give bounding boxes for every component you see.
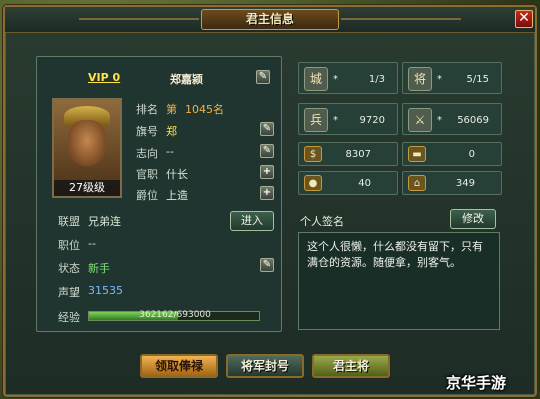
stat-value: 0 [468,149,475,160]
stat-generals: 将 * 5/15 [402,62,502,94]
status-value: 新手 [88,262,110,275]
title-flourish-right [341,18,461,20]
official-label: 官职 [136,168,158,181]
food-icon: ● [304,175,322,191]
vip-link[interactable]: VIP 0 [88,71,120,84]
stat-soldiers: 兵 * 9720 [298,103,398,135]
stat-gold-bars: ▬ 0 [402,142,502,166]
alliance-value: 兄弟连 [88,215,121,228]
gold-coins-icon: $ [304,146,322,162]
official-value: 什长 [166,168,188,181]
collect-salary-button[interactable]: 领取俸禄 [140,354,218,378]
title-flourish-left [79,18,199,20]
watermark: 京华手游 [446,374,507,392]
gold-bar-icon: ▬ [408,146,426,162]
position-value: -- [88,237,96,250]
rank-value: 1045名 [185,103,224,116]
signature-label: 个人签名 [300,215,344,228]
edit-status-button[interactable]: ✎ [260,258,274,272]
prestige-label: 声望 [58,286,80,299]
rank-prefix: 第 [166,103,177,116]
edit-name-button[interactable]: ✎ [256,70,270,84]
exp-value: 362162/693000 [139,310,211,320]
stat-value: 349 [455,178,475,189]
lord-general-button[interactable]: 君主将 [312,354,390,378]
flag-value: 郑 [166,125,177,138]
exp-label: 经验 [58,311,80,324]
level-badge: 27级级 [54,180,120,196]
promote-official-button[interactable]: + [260,165,274,179]
general-title-button[interactable]: 将军封号 [226,354,304,378]
face-art [68,120,106,166]
window-title: 君主信息 [201,9,339,30]
stat-value: 1/3 [368,74,385,85]
lord-name: 郑嘉颍 [170,73,203,86]
title-value: 上造 [166,189,188,202]
edit-flag-button[interactable]: ✎ [260,122,274,136]
stat-power: ⚔ * 56069 [402,103,502,135]
stat-value: 56069 [457,115,489,126]
status-label: 状态 [58,262,80,275]
avatar[interactable]: 27级级 [52,98,122,198]
edit-aim-button[interactable]: ✎ [260,144,274,158]
stat-cities: 城 * 1/3 [298,62,398,94]
stat-star: * [437,115,442,126]
aim-label: 志向 [136,147,158,160]
stat-value: 9720 [359,115,385,126]
soldier-icon: 兵 [304,108,328,132]
signature-text: 这个人很懒，什么都没有留下，只有满仓的资源。随便拿，别客气。 [298,232,500,330]
general-icon: 将 [408,67,432,91]
prestige-value: 31535 [88,284,123,297]
aim-value: -- [166,145,174,158]
title-label: 爵位 [136,189,158,202]
close-button[interactable]: ✕ [515,10,533,28]
stat-star: * [437,74,442,85]
title-bar: 君主信息 ✕ [5,7,535,33]
flag-label: 旗号 [136,125,158,138]
stat-houses: ⌂ 349 [402,171,502,195]
stat-food: ● 40 [298,171,398,195]
edit-signature-button[interactable]: 修改 [450,209,496,229]
house-icon: ⌂ [408,175,426,191]
enter-alliance-button[interactable]: 进入 [230,211,274,231]
stat-value: 5/15 [466,74,489,85]
swords-icon: ⚔ [408,108,432,132]
exp-progress-bar: 362162/693000 [88,310,260,321]
city-icon: 城 [304,67,328,91]
position-label: 职位 [58,239,80,252]
stat-value: 40 [358,178,371,189]
stat-gold: $ 8307 [298,142,398,166]
rank-label: 排名 [136,103,158,116]
stat-star: * [333,115,338,126]
alliance-label: 联盟 [58,215,80,228]
stat-star: * [333,74,338,85]
stat-value: 8307 [345,149,371,160]
promote-title-button[interactable]: + [260,186,274,200]
